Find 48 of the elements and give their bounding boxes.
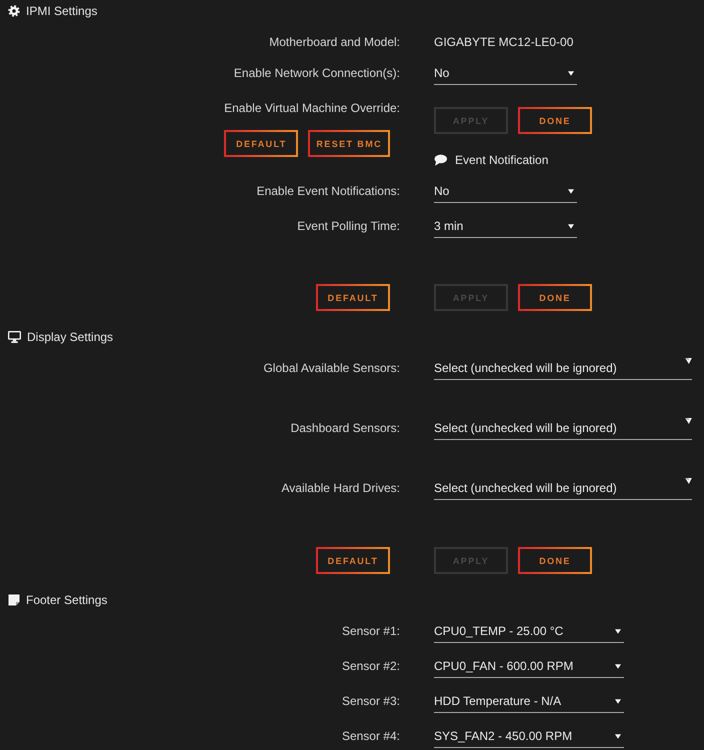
caret-icon xyxy=(615,698,621,704)
chat-bubble-icon xyxy=(434,154,447,166)
action-button[interactable]: DONE xyxy=(518,284,592,311)
multiselect-dropdown[interactable]: Select (unchecked will be ignored) xyxy=(434,415,692,440)
gear-icon xyxy=(8,5,20,17)
section-title: Footer Settings xyxy=(26,592,108,608)
caret-icon xyxy=(568,224,574,228)
note-icon xyxy=(8,594,20,606)
monitor-icon xyxy=(8,331,21,343)
section-title: Display Settings xyxy=(27,329,114,345)
caret-icon xyxy=(685,358,692,364)
field-label: Sensor #1: xyxy=(342,623,400,639)
dropdown[interactable]: CPU0_FAN - 600.00 RPM xyxy=(434,653,624,678)
field-label: Available Hard Drives: xyxy=(282,480,400,496)
caret-icon xyxy=(615,628,621,634)
dropdown[interactable]: 3 min xyxy=(434,213,577,238)
field-label: Enable Network Connection(s): xyxy=(234,65,400,81)
multiselect-dropdown[interactable]: Select (unchecked will be ignored) xyxy=(434,475,692,500)
caret-icon xyxy=(685,478,692,484)
dropdown[interactable]: SYS_FAN2 - 450.00 RPM xyxy=(434,723,624,748)
dropdown[interactable]: No xyxy=(434,60,577,85)
caret-icon xyxy=(568,70,574,76)
field-label: Enable Virtual Machine Override: xyxy=(224,100,400,116)
field-label: Sensor #2: xyxy=(342,658,400,674)
action-button[interactable]: DEFAULT xyxy=(224,130,298,157)
field-label: Global Available Sensors: xyxy=(263,360,400,376)
action-button[interactable]: DEFAULT xyxy=(316,284,390,311)
action-button[interactable]: DONE xyxy=(518,107,592,134)
field-label: Sensor #4: xyxy=(342,728,400,744)
field-label: Sensor #3: xyxy=(342,693,400,709)
dropdown[interactable]: CPU0_TEMP - 25.00 °C xyxy=(434,618,624,643)
multiselect-dropdown[interactable]: Select (unchecked will be ignored) xyxy=(434,355,692,380)
field-value: GIGABYTE MC12-LE0-00 xyxy=(434,34,574,50)
subheading-text: Event Notification xyxy=(455,152,548,168)
field-label: Motherboard and Model: xyxy=(269,34,400,50)
caret-icon xyxy=(615,664,621,668)
field-label: Event Polling Time: xyxy=(297,218,400,234)
dropdown[interactable]: HDD Temperature - N/A xyxy=(434,688,624,713)
field-label: Enable Event Notifications: xyxy=(256,183,400,199)
caret-icon xyxy=(568,188,574,194)
caret-icon xyxy=(615,734,621,738)
section-title: IPMI Settings xyxy=(26,3,98,19)
dropdown[interactable]: No xyxy=(434,178,577,203)
caret-icon xyxy=(685,418,692,424)
field-label: Dashboard Sensors: xyxy=(290,420,400,436)
action-button[interactable]: RESET BMC xyxy=(308,130,390,157)
action-button[interactable]: DEFAULT xyxy=(316,547,390,574)
action-button[interactable]: DONE xyxy=(518,547,592,574)
